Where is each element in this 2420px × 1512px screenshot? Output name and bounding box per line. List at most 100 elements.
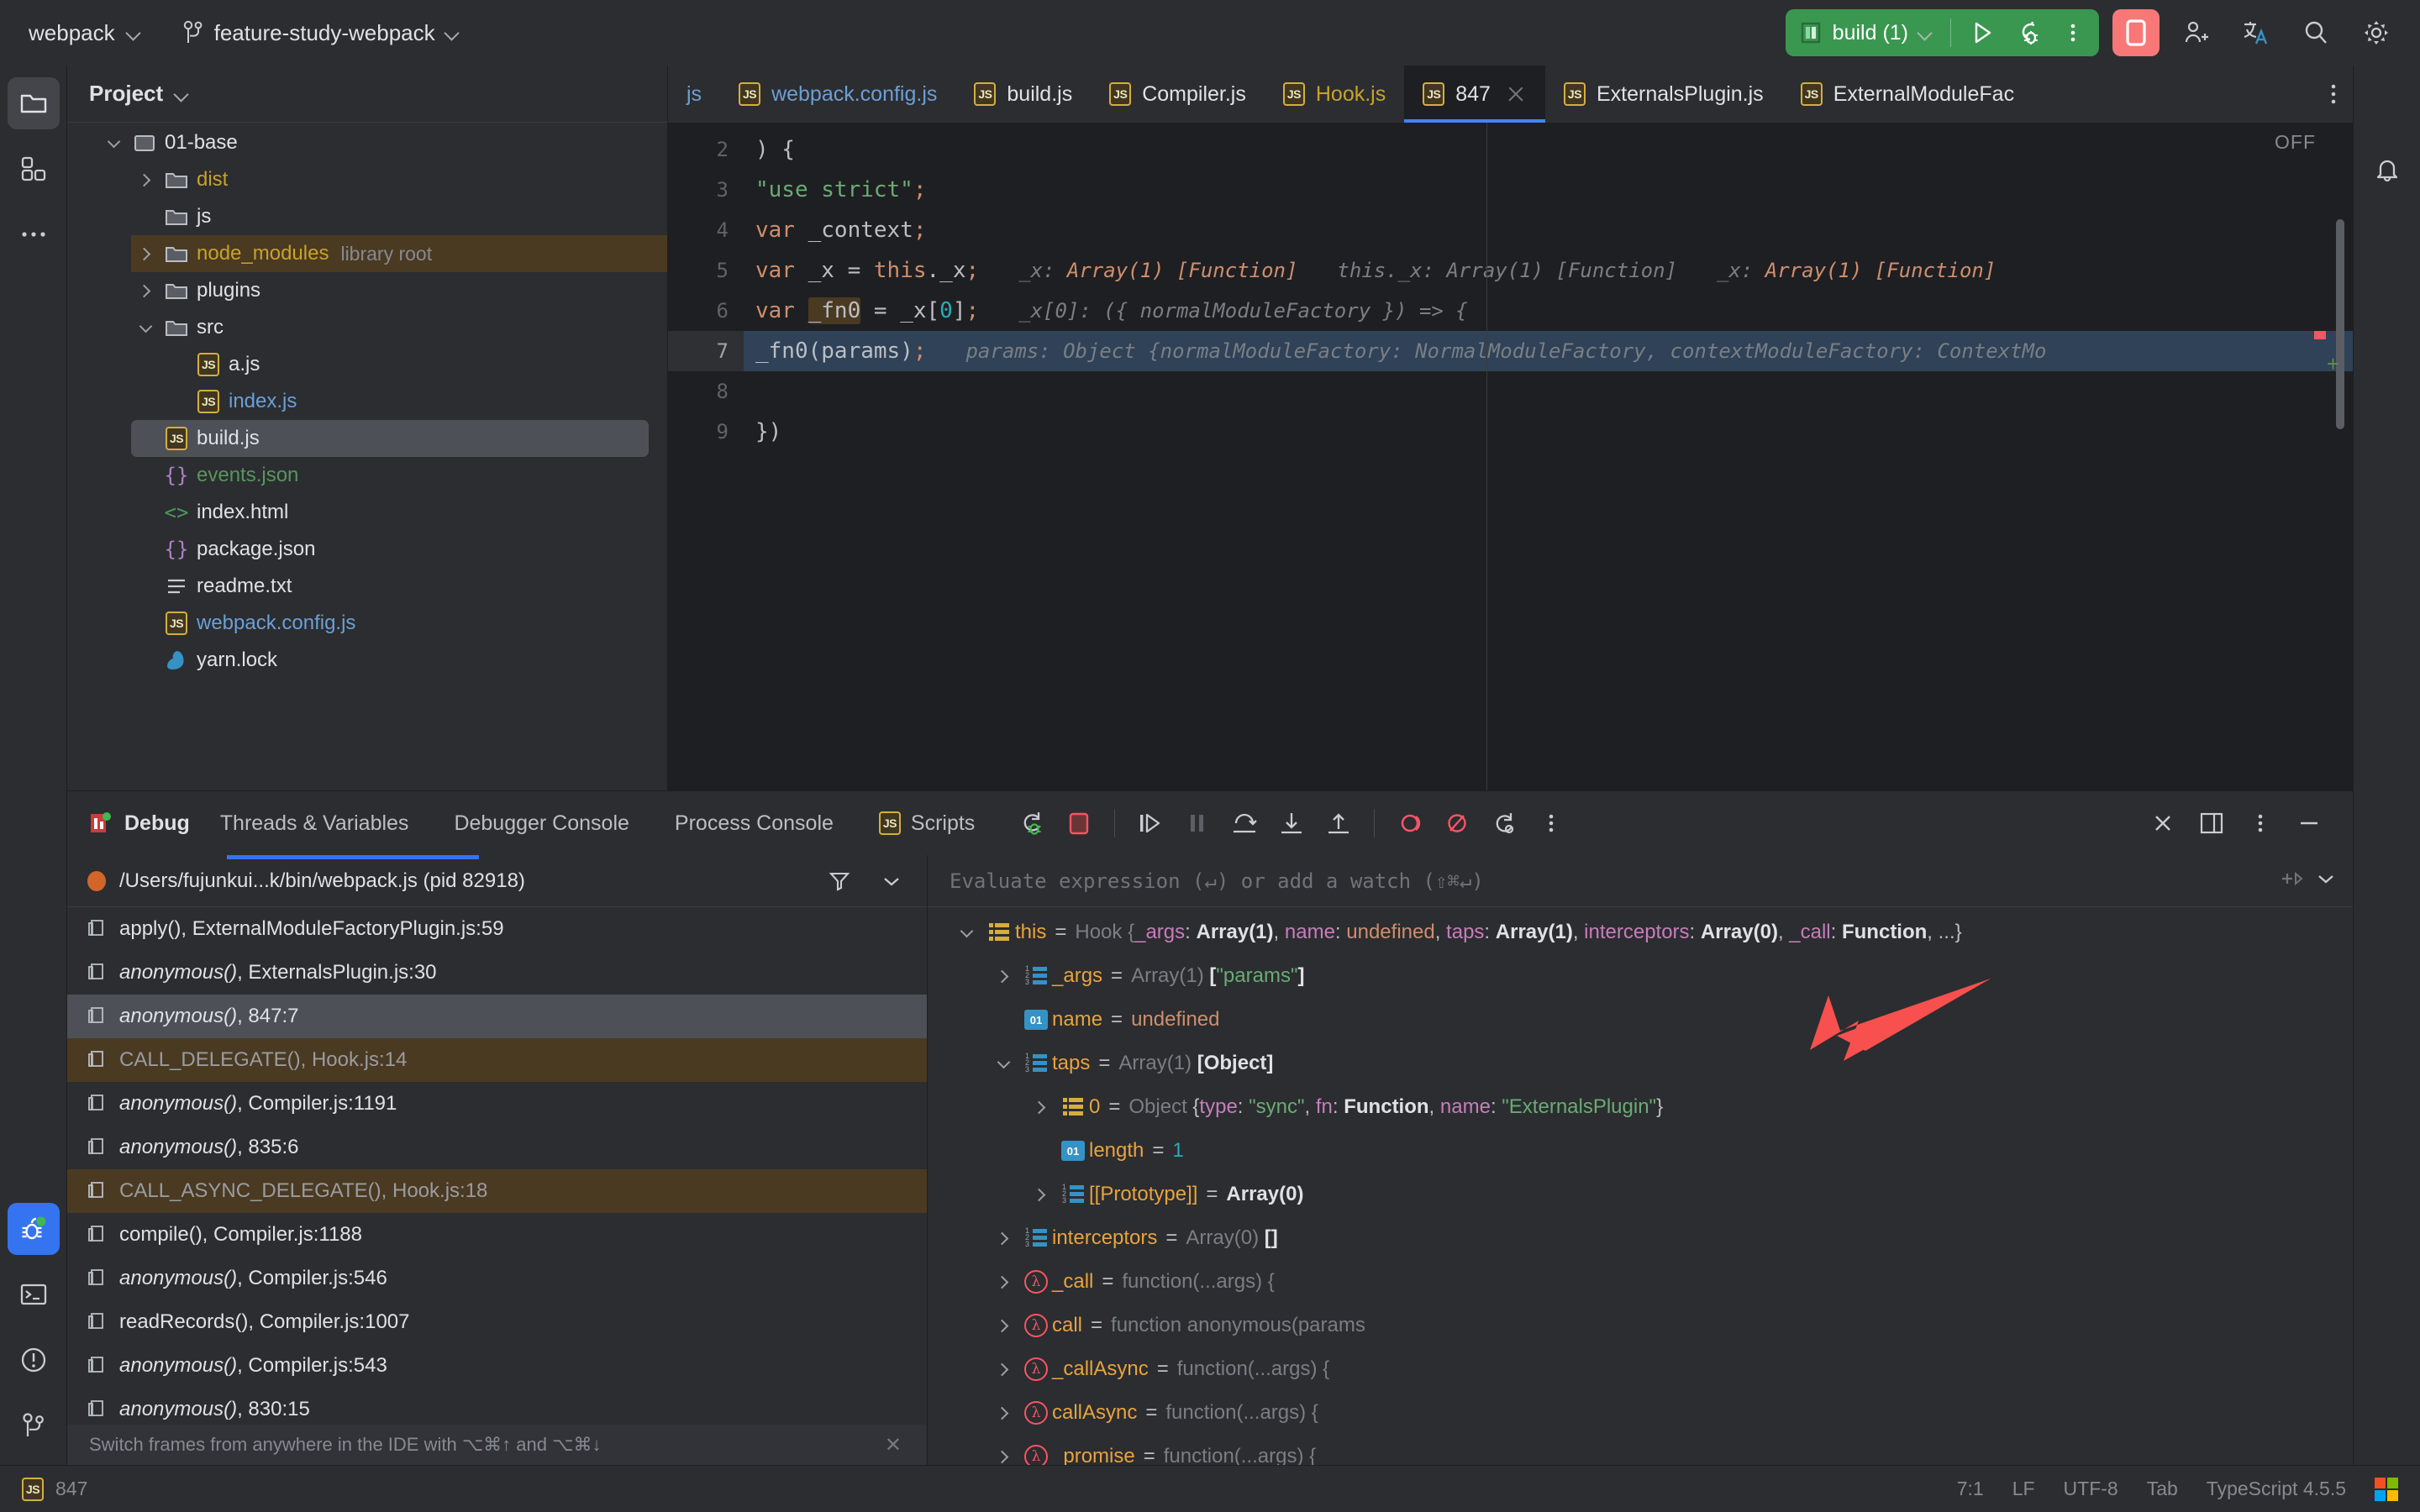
- editor-tab-hook-js[interactable]: JSHook.js: [1265, 66, 1404, 123]
- chevron-right-icon[interactable]: [986, 1321, 1020, 1331]
- variable-row[interactable]: λ_callAsync=function(...args) {: [928, 1347, 2353, 1391]
- tree-item-01-base[interactable]: 01-base: [99, 124, 667, 161]
- frame-row[interactable]: CALL_ASYNC_DELEGATE(), Hook.js:18: [67, 1169, 927, 1213]
- chevron-down-icon[interactable]: [99, 140, 128, 146]
- chevron-down-icon[interactable]: [950, 930, 983, 936]
- chevron-right-icon[interactable]: [131, 249, 160, 259]
- filter-icon[interactable]: [818, 859, 861, 903]
- evaluate-dropdown-button[interactable]: [2316, 872, 2336, 890]
- project-file-tree[interactable]: 01-basedistjsnode_moduleslibrary rootplu…: [67, 123, 667, 790]
- editor-tabs-overflow-button[interactable]: [2314, 66, 2353, 123]
- status-indent[interactable]: Tab: [2147, 1478, 2178, 1500]
- thread-selector[interactable]: /Users/fujunkui...k/bin/webpack.js (pid …: [67, 855, 927, 907]
- variable-row[interactable]: 123[[Prototype]]=Array(0): [928, 1173, 2353, 1216]
- chevron-right-icon[interactable]: [131, 286, 160, 296]
- tree-item-package-json[interactable]: {}package.json: [131, 531, 667, 568]
- variable-row[interactable]: λcall=function anonymous(params: [928, 1304, 2353, 1347]
- evaluate-expression-bar[interactable]: Evaluate expression (↵) or add a watch (…: [928, 855, 2353, 907]
- notifications-button[interactable]: [2361, 143, 2413, 195]
- project-selector[interactable]: webpack: [18, 15, 150, 51]
- tree-item-yarn-lock[interactable]: yarn.lock: [131, 642, 667, 679]
- sidebar-item-more[interactable]: [8, 208, 60, 260]
- evaluate-expression-input[interactable]: Evaluate expression (↵) or add a watch (…: [950, 869, 1484, 893]
- code-line[interactable]: var _context;: [744, 210, 2353, 250]
- thread-dropdown-button[interactable]: [870, 859, 913, 903]
- close-hint-button[interactable]: ✕: [876, 1433, 910, 1457]
- variable-row[interactable]: 0=Object {type: "sync", fn: Function, na…: [928, 1085, 2353, 1129]
- chevron-down-icon[interactable]: [131, 325, 160, 331]
- restart-frame-button[interactable]: [1482, 801, 1526, 845]
- tab-process-console[interactable]: Process Console: [660, 803, 849, 844]
- tree-item-node-modules[interactable]: node_moduleslibrary root: [131, 235, 667, 272]
- sidebar-item-project[interactable]: [8, 77, 60, 129]
- tree-item-build-js[interactable]: JSbuild.js: [131, 420, 649, 457]
- project-tool-window-header[interactable]: Project: [67, 66, 667, 123]
- close-panel-button[interactable]: [2141, 801, 2185, 845]
- close-tab-icon[interactable]: [1505, 83, 1527, 105]
- variable-row[interactable]: λ_call=function(...args) {: [928, 1260, 2353, 1304]
- debug-button[interactable]: [2007, 13, 2049, 52]
- view-breakpoints-button[interactable]: [1388, 801, 1432, 845]
- code-line[interactable]: var _x = this._x; _x: Array(1) [Function…: [744, 250, 2353, 291]
- stop-button[interactable]: [2112, 9, 2160, 56]
- editor-tab-externalmodulefac[interactable]: JSExternalModuleFac: [1782, 66, 2033, 123]
- inlay-hints-toggle[interactable]: OFF: [2275, 131, 2316, 154]
- frame-row[interactable]: CALL_DELEGATE(), Hook.js:14: [67, 1038, 927, 1082]
- variable-row[interactable]: this=Hook {_args: Array(1), name: undefi…: [928, 911, 2353, 954]
- editor-tab-build-js[interactable]: JSbuild.js: [955, 66, 1091, 123]
- variable-row[interactable]: 123interceptors=Array(0) []: [928, 1216, 2353, 1260]
- step-over-button[interactable]: [1223, 801, 1266, 845]
- chevron-right-icon[interactable]: [986, 972, 1020, 981]
- code-line[interactable]: }): [744, 412, 2353, 452]
- mute-breakpoints-button[interactable]: [1435, 801, 1479, 845]
- code-line[interactable]: "use strict";: [744, 170, 2353, 210]
- code-line[interactable]: ) {: [744, 129, 2353, 170]
- status-line-separator[interactable]: LF: [2012, 1478, 2035, 1500]
- pause-program-button[interactable]: [1176, 801, 1219, 845]
- frame-row[interactable]: anonymous(), 830:15: [67, 1388, 927, 1425]
- chevron-right-icon[interactable]: [986, 1234, 1020, 1243]
- sidebar-item-structure[interactable]: [8, 143, 60, 195]
- frame-row[interactable]: anonymous(), 835:6: [67, 1126, 927, 1169]
- tree-item-index-html[interactable]: <>index.html: [131, 494, 667, 531]
- variable-row[interactable]: 123taps=Array(1) [Object]: [928, 1042, 2353, 1085]
- tree-item-webpack-config-js[interactable]: JSwebpack.config.js: [131, 605, 667, 642]
- code-text[interactable]: ) {"use strict";var _context;var _x = th…: [744, 123, 2353, 790]
- frames-list[interactable]: apply(), ExternalModuleFactoryPlugin.js:…: [67, 907, 927, 1425]
- code-line[interactable]: [744, 371, 2353, 412]
- tree-item-dist[interactable]: dist: [131, 161, 667, 198]
- branch-selector[interactable]: feature-study-webpack: [172, 15, 469, 51]
- frame-row[interactable]: anonymous(), 847:7: [67, 995, 927, 1038]
- run-configuration-selector[interactable]: build (1): [1797, 13, 1940, 52]
- status-encoding[interactable]: UTF-8: [2064, 1478, 2118, 1500]
- add-watch-button[interactable]: [2279, 868, 2304, 894]
- settings-button[interactable]: [2351, 9, 2402, 56]
- variables-tree[interactable]: this=Hook {_args: Array(1), name: undefi…: [928, 907, 2353, 1465]
- frame-row[interactable]: anonymous(), Compiler.js:1191: [67, 1082, 927, 1126]
- frame-row[interactable]: apply(), ExternalModuleFactoryPlugin.js:…: [67, 907, 927, 951]
- chevron-right-icon[interactable]: [986, 1409, 1020, 1418]
- variable-row[interactable]: 123_args=Array(1) ["params"]: [928, 954, 2353, 998]
- status-caret-position[interactable]: 7:1: [1957, 1478, 1984, 1500]
- frame-row[interactable]: anonymous(), Compiler.js:546: [67, 1257, 927, 1300]
- chevron-right-icon[interactable]: [131, 176, 160, 185]
- run-button[interactable]: [1961, 13, 2003, 52]
- frame-row[interactable]: readRecords(), Compiler.js:1007: [67, 1300, 927, 1344]
- step-out-button[interactable]: [1317, 801, 1360, 845]
- chevron-right-icon[interactable]: [1023, 1103, 1057, 1112]
- variable-row[interactable]: 01length=1: [928, 1129, 2353, 1173]
- editor-vertical-scrollbar[interactable]: [2336, 219, 2344, 429]
- chevron-right-icon[interactable]: [986, 1365, 1020, 1374]
- debug-more-options-button[interactable]: [1529, 801, 1573, 845]
- tree-item-a-js[interactable]: JSa.js: [163, 346, 667, 383]
- minimize-panel-button[interactable]: [2287, 801, 2331, 845]
- sidebar-item-version-control[interactable]: [8, 1399, 60, 1452]
- rerun-debug-button[interactable]: [1010, 801, 1054, 845]
- tab-scripts[interactable]: JS Scripts: [864, 803, 990, 844]
- editor-tab-externalsplugin-js[interactable]: JSExternalsPlugin.js: [1545, 66, 1782, 123]
- tab-debugger-console[interactable]: Debugger Console: [439, 803, 644, 844]
- panel-options-button[interactable]: [2238, 801, 2282, 845]
- chevron-right-icon[interactable]: [1023, 1190, 1057, 1200]
- code-view[interactable]: 23456789 ) {"use strict";var _context;va…: [668, 123, 2353, 790]
- chevron-right-icon[interactable]: [986, 1452, 1020, 1462]
